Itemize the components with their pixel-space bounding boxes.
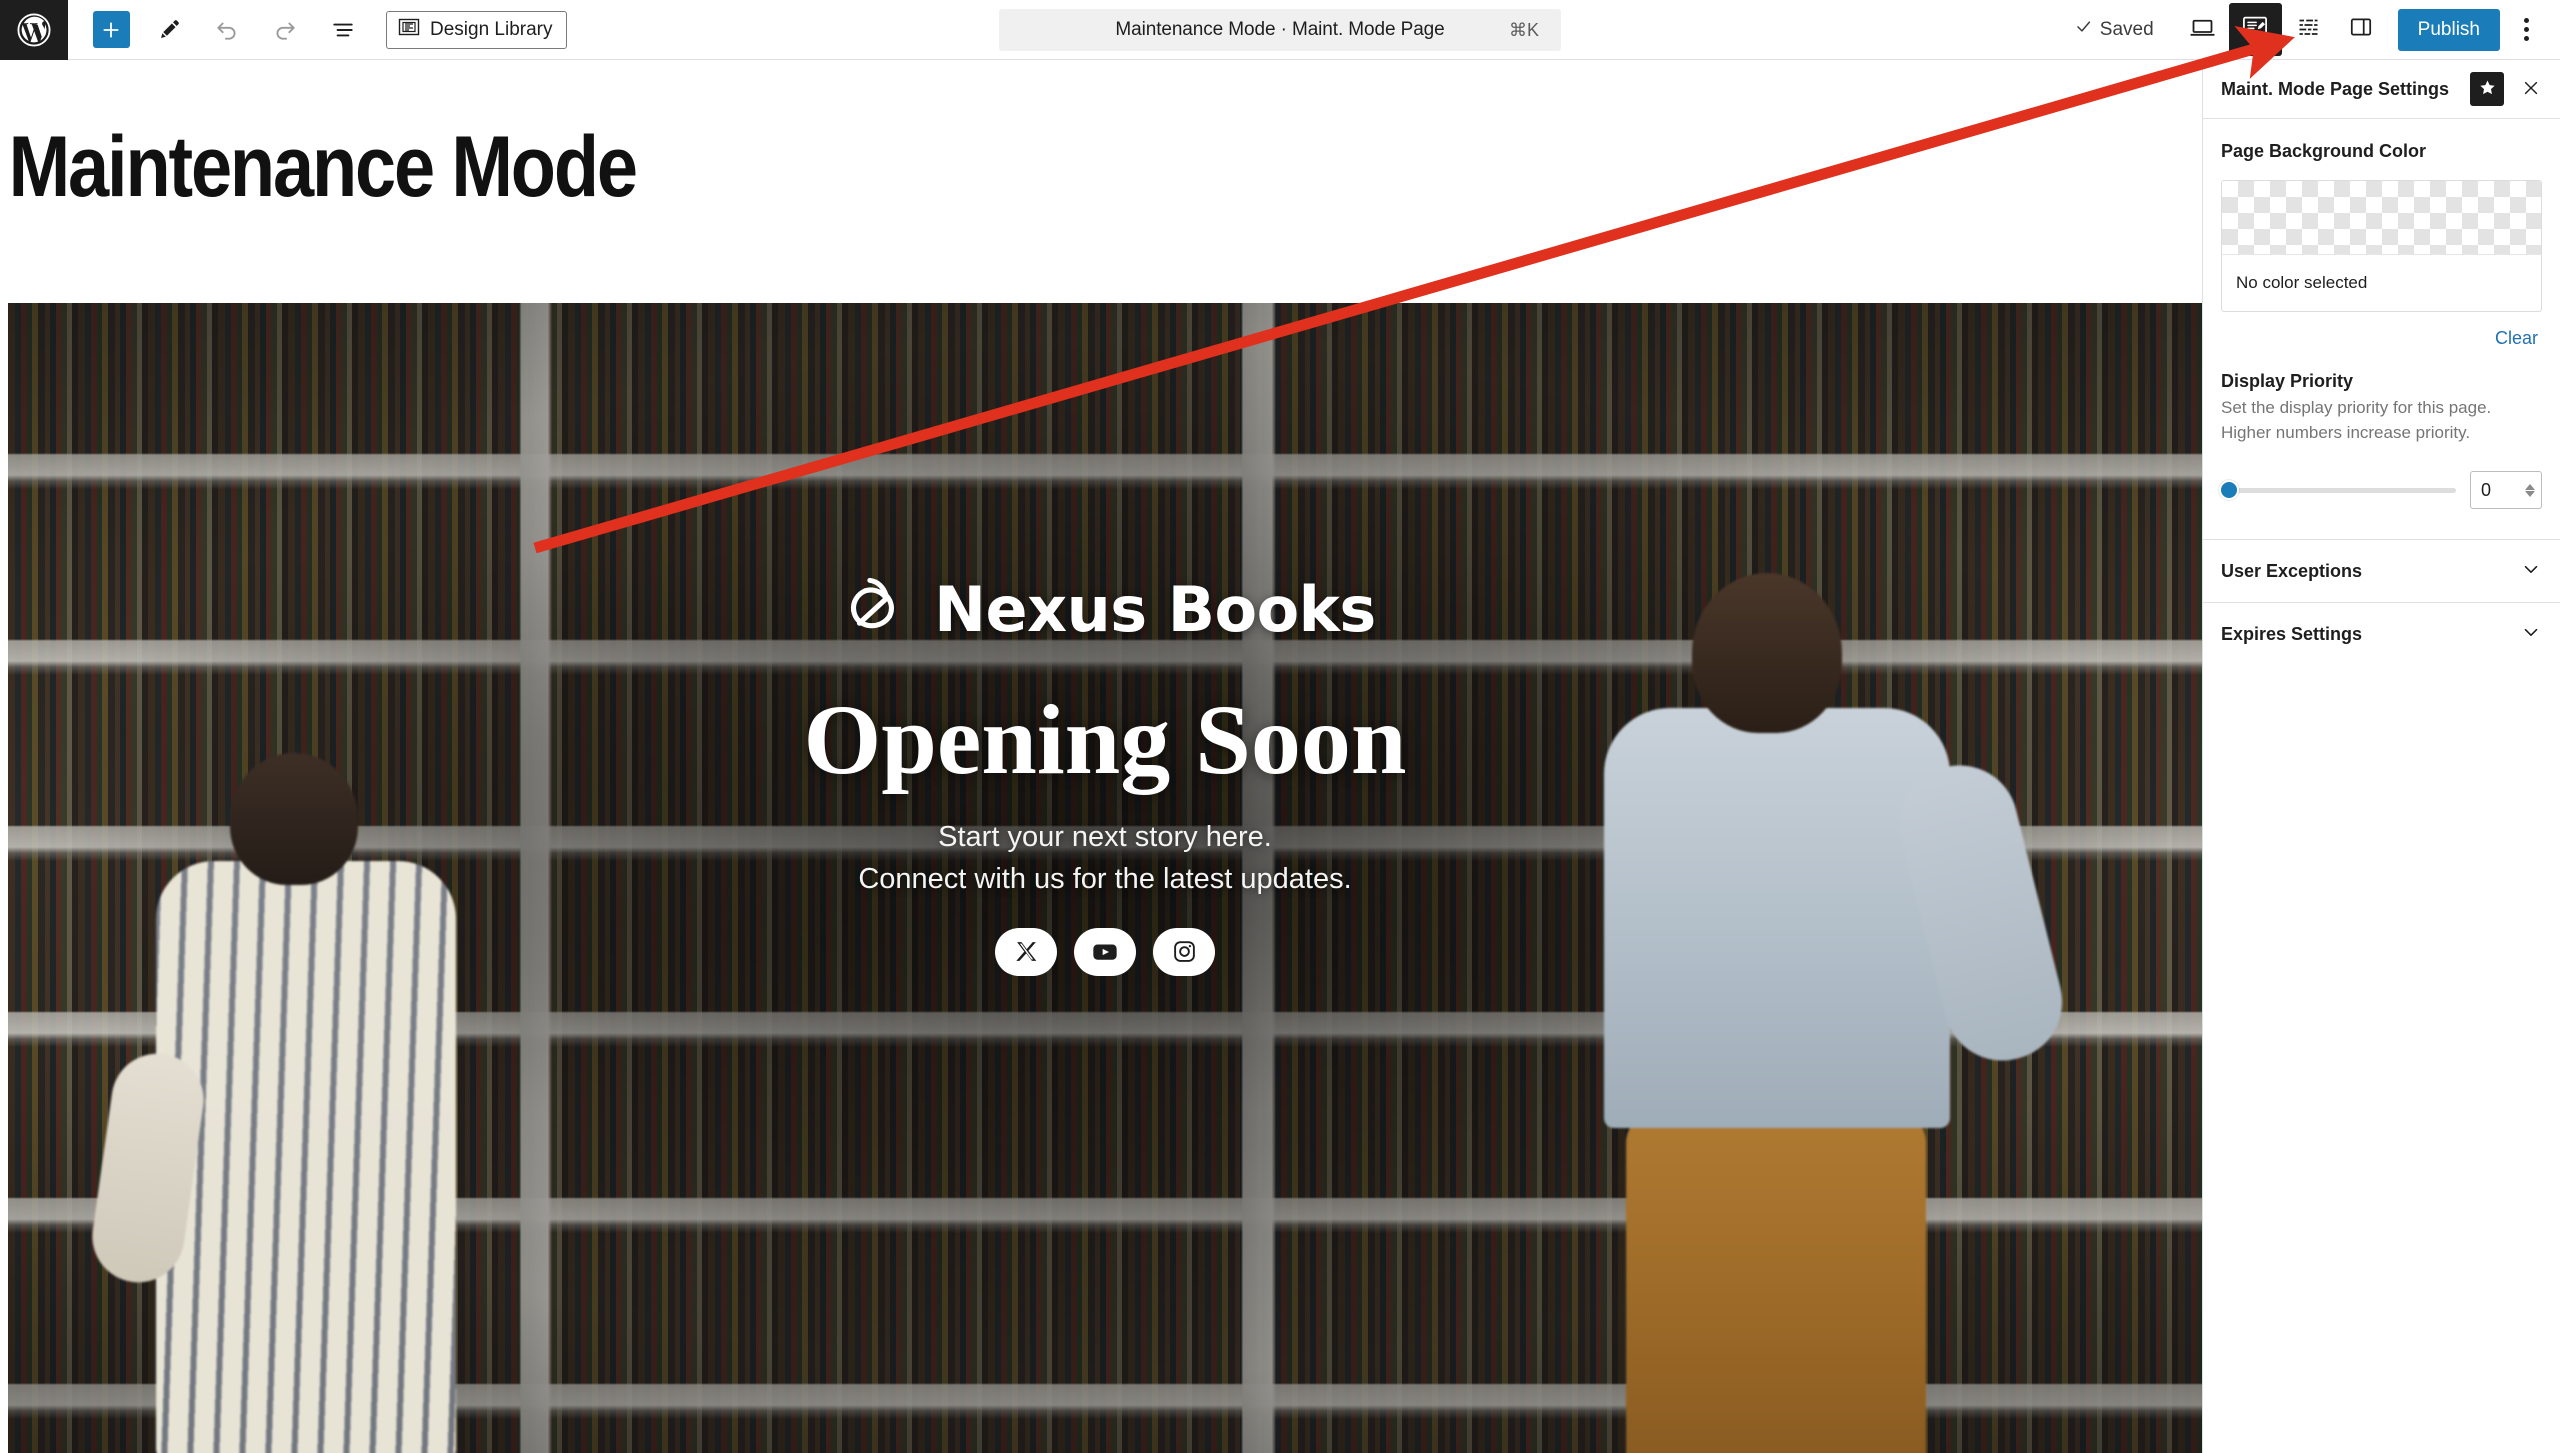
display-priority-section: Display Priority Set the display priorit… (2219, 371, 2542, 539)
design-library-label: Design Library (430, 18, 553, 40)
expires-settings-toggle[interactable]: Expires Settings (2203, 603, 2560, 666)
cover-content: Nexus Books Opening Soon Start your next… (8, 303, 2202, 1453)
x-twitter-icon (1014, 939, 1039, 964)
display-priority-number-field[interactable]: 0 (2470, 471, 2542, 510)
checkmark-icon (2074, 17, 2093, 42)
kebab-menu-icon (2523, 16, 2529, 43)
brand-name: Nexus Books (934, 572, 1376, 646)
document-title-text: Maintenance Mode · Maint. Mode Page (1115, 19, 1445, 40)
list-view-icon (330, 17, 356, 43)
close-panel-button[interactable] (2512, 70, 2550, 108)
page-background-color-section: Page Background Color No color selected … (2203, 118, 2560, 539)
chevron-down-icon (2520, 558, 2542, 585)
settings-panel-title: Maint. Mode Page Settings (2221, 78, 2450, 99)
editor-options-button[interactable] (2504, 3, 2548, 56)
undo-icon (214, 17, 240, 43)
add-block-button[interactable] (82, 0, 140, 60)
display-priority-help: Set the display priority for this page. … (2221, 398, 2492, 442)
display-priority-control: 0 (2219, 471, 2542, 539)
chevron-down-icon (2520, 621, 2542, 648)
close-icon (2521, 78, 2541, 101)
display-priority-value: 0 (2481, 479, 2492, 500)
social-link-youtube[interactable] (1074, 927, 1136, 976)
sidebar-panel-icon (2348, 14, 2374, 45)
settings-panel-header: Maint. Mode Page Settings (2203, 60, 2560, 118)
maint-mode-page-settings-button[interactable] (2228, 3, 2282, 56)
toolbar-right-group: Saved Publish (2074, 3, 2560, 56)
publish-button[interactable]: Publish (2397, 8, 2500, 51)
redo-icon (272, 17, 298, 43)
number-stepper[interactable] (2519, 483, 2541, 497)
social-link-instagram[interactable] (1153, 927, 1215, 976)
design-library-button[interactable]: Design Library (386, 10, 567, 49)
user-exceptions-toggle[interactable]: User Exceptions (2203, 540, 2560, 603)
nexus-books-logo-icon (834, 570, 908, 649)
tools-pencil-button[interactable] (140, 0, 198, 60)
maintenance-page-edit-icon (2241, 13, 2269, 46)
cover-block[interactable]: Nexus Books Opening Soon Start your next… (8, 303, 2202, 1453)
settings-sidebar-toggle[interactable] (2335, 3, 2388, 56)
expires-settings-accordion: Expires Settings (2203, 602, 2560, 666)
undo-button[interactable] (198, 0, 256, 60)
user-exceptions-accordion: User Exceptions (2203, 539, 2560, 603)
editor-toolbar: Design Library Maintenance Mode · Maint.… (0, 0, 2560, 60)
document-overview-button[interactable] (314, 0, 372, 60)
document-title-bar[interactable]: Maintenance Mode · Maint. Mode Page ⌘K (999, 9, 1561, 51)
laptop-preview-icon (2189, 14, 2216, 46)
clear-color-row: Clear (2221, 312, 2542, 371)
maint-mode-settings-sidebar: Maint. Mode Page Settings Page Backgroun… (2202, 60, 2560, 1453)
save-status[interactable]: Saved (2074, 17, 2154, 42)
redo-button[interactable] (256, 0, 314, 60)
styles-icon (2295, 14, 2322, 46)
instagram-icon (1172, 939, 1197, 964)
youtube-icon (1091, 938, 1119, 966)
color-readout: No color selected (2236, 273, 2368, 292)
save-status-label: Saved (2099, 18, 2154, 40)
color-swatch-transparent[interactable] (2222, 181, 2541, 255)
cover-tagline-line-2: Connect with us for the latest updates. (858, 862, 1352, 895)
block-editor-app: Design Library Maintenance Mode · Maint.… (0, 0, 2560, 1453)
stepper-down-icon[interactable] (2525, 490, 2535, 497)
clear-color-button[interactable]: Clear (2491, 326, 2542, 351)
star-icon (2478, 78, 2497, 100)
color-picker[interactable]: No color selected (2221, 180, 2542, 312)
slider-thumb[interactable] (2219, 480, 2239, 501)
cover-headline[interactable]: Opening Soon (803, 687, 1406, 793)
editor-canvas[interactable]: Maintenance Mode Nexus Books Opening Soo… (0, 60, 2202, 1453)
wordpress-icon (17, 12, 51, 47)
plus-icon (92, 11, 130, 48)
design-library-icon (397, 15, 421, 45)
editor-body: Maintenance Mode Nexus Books Opening Soo… (0, 60, 2560, 1453)
preview-device-button[interactable] (2176, 3, 2229, 56)
stepper-up-icon[interactable] (2525, 483, 2535, 490)
cover-tagline-line-1: Start your next story here. (938, 821, 1272, 854)
styles-button[interactable] (2282, 3, 2335, 56)
toolbar-left-group: Design Library (68, 0, 567, 60)
social-links (995, 927, 1215, 976)
display-priority-slider[interactable] (2219, 480, 2456, 501)
cover-tagline[interactable]: Start your next story here. Connect with… (858, 817, 1351, 899)
page-title[interactable]: Maintenance Mode (0, 60, 1894, 212)
page-background-color-label: Page Background Color (2221, 141, 2427, 161)
display-priority-title: Display Priority (2221, 371, 2354, 391)
pencil-icon (157, 17, 182, 42)
social-link-x[interactable] (995, 927, 1057, 976)
brand-lockup: Nexus Books (834, 570, 1376, 649)
command-shortcut-hint: ⌘K (1508, 19, 1539, 40)
wordpress-logo-button[interactable] (0, 0, 68, 60)
pin-panel-button[interactable] (2470, 72, 2504, 106)
expires-settings-label: Expires Settings (2221, 623, 2363, 644)
user-exceptions-label: User Exceptions (2221, 560, 2363, 581)
